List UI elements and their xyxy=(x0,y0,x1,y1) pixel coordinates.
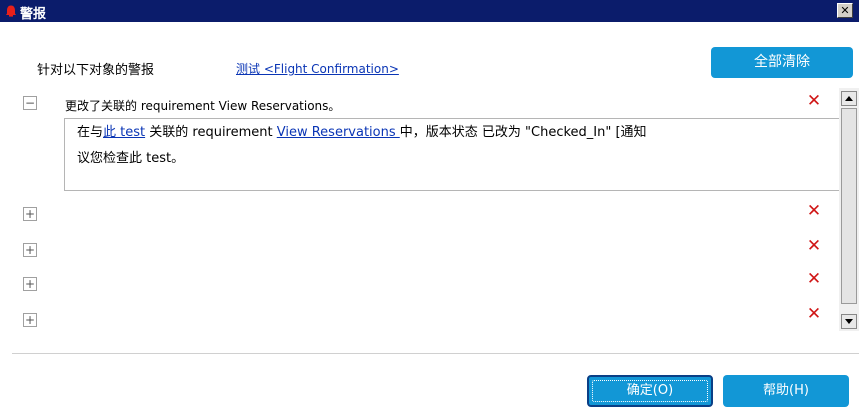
expand-plus-icon[interactable]: + xyxy=(23,313,37,327)
delete-x-icon[interactable]: ✕ xyxy=(805,237,823,255)
scroll-thumb[interactable] xyxy=(841,108,857,304)
test-link[interactable]: 测试 <Flight Confirmation> xyxy=(236,60,399,77)
arrow-up-icon xyxy=(845,96,853,101)
detail-prefix: 在与 xyxy=(77,125,104,140)
scroll-down-button[interactable] xyxy=(841,314,857,329)
delete-x-icon[interactable]: ✕ xyxy=(805,305,823,323)
clear-all-button[interactable]: 全部清除 xyxy=(711,47,853,78)
delete-x-icon[interactable]: ✕ xyxy=(805,270,823,288)
alert-detail-text: 在与此 test 关联的 requirement View Reservatio… xyxy=(77,124,837,142)
ok-button[interactable]: 确定(O) xyxy=(587,375,713,407)
scroll-up-button[interactable] xyxy=(841,91,857,106)
delete-x-icon[interactable]: ✕ xyxy=(805,92,823,110)
expand-plus-icon[interactable]: + xyxy=(23,243,37,257)
title-bar: 警报 ✕ xyxy=(0,0,859,22)
alert-summary: 更改了关联的 requirement View Reservations。 xyxy=(65,99,341,113)
alerts-for-label: 针对以下对象的警报 xyxy=(37,63,155,78)
window-title: 警报 xyxy=(20,7,47,22)
expand-plus-icon[interactable]: + xyxy=(23,277,37,291)
detail-suffix: 中，版本状态 已改为 "Checked_In" [通知 xyxy=(399,125,647,140)
expand-plus-icon[interactable]: + xyxy=(23,207,37,221)
delete-x-icon[interactable]: ✕ xyxy=(805,202,823,220)
close-icon: ✕ xyxy=(840,4,850,17)
detail-test-link[interactable]: 此 test xyxy=(103,125,145,140)
alert-detail-line2: 议您检查此 test。 xyxy=(77,151,185,166)
vertical-scrollbar[interactable] xyxy=(839,88,859,331)
arrow-down-icon xyxy=(845,319,853,324)
close-button[interactable]: ✕ xyxy=(837,3,853,18)
detail-requirement-link[interactable]: View Reservations xyxy=(277,125,400,140)
detail-middle: 关联的 requirement xyxy=(145,125,277,140)
footer-divider xyxy=(12,353,859,354)
collapse-minus-icon[interactable]: − xyxy=(23,96,37,110)
alert-bell-icon xyxy=(6,5,16,17)
help-button[interactable]: 帮助(H) xyxy=(723,375,849,407)
focus-ring xyxy=(592,380,708,402)
